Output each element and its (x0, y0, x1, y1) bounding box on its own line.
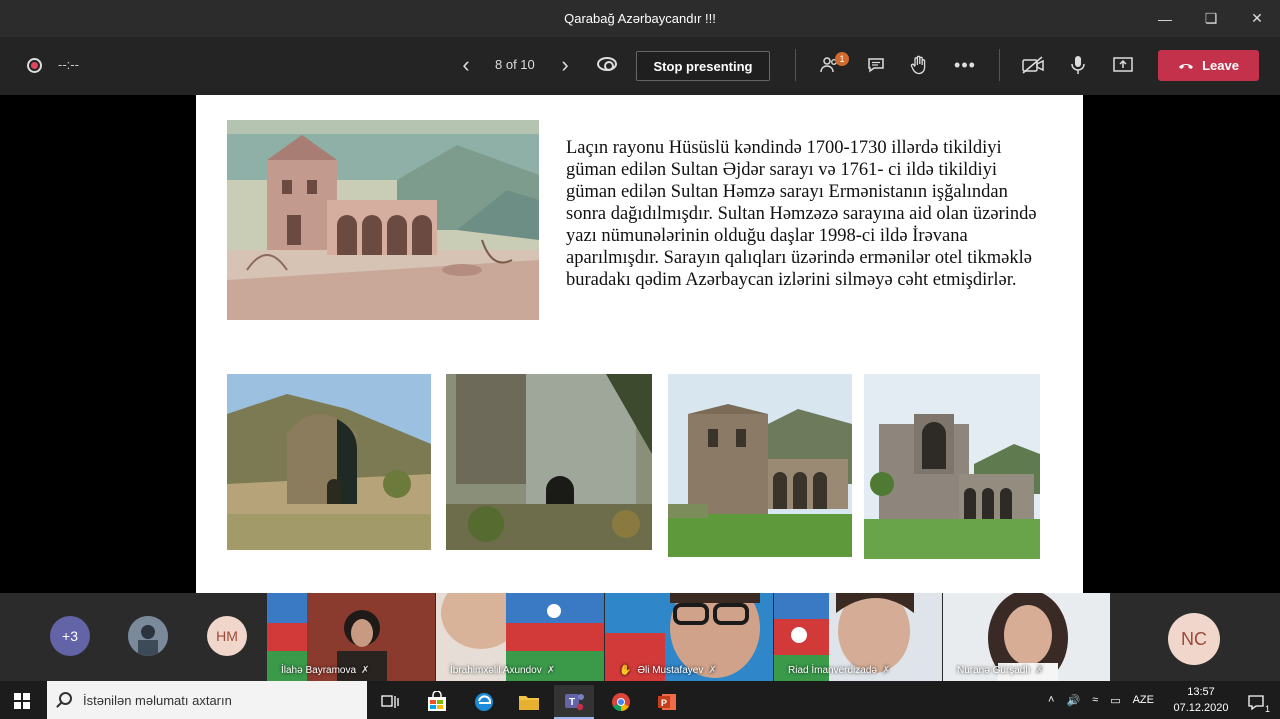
taskbar-chrome[interactable] (601, 685, 641, 719)
video-tile[interactable]: Nuranə Gürşadlı ✗ (943, 593, 1110, 681)
slide: Laçın rayonu Hüsüslü kəndində 1700-1730 … (196, 95, 1083, 593)
search-icon (59, 692, 72, 705)
participant-name: İbrahimxəlil Axundov ✗ (450, 665, 556, 676)
raised-hand-icon: ✋ (619, 665, 632, 676)
keyboard-language[interactable]: AZE (1133, 694, 1154, 706)
next-slide-button[interactable]: › (555, 52, 575, 78)
mic-off-icon: ✗ (361, 665, 370, 676)
search-placeholder: İstənilən məlumatı axtarın (83, 692, 232, 708)
video-tile[interactable]: ✋ Əli Mustafayev ✗ (605, 593, 773, 681)
leave-label: Leave (1202, 58, 1239, 73)
microphone-button[interactable] (1066, 53, 1090, 77)
recording-icon (27, 58, 42, 73)
hand-icon (910, 55, 926, 75)
taskbar-teams[interactable]: T (554, 685, 594, 719)
video-tile[interactable]: NC (1111, 593, 1280, 681)
windows-start-button[interactable] (14, 693, 30, 709)
participant-avatar-initials: NC (1168, 613, 1220, 665)
task-view-icon (381, 695, 399, 708)
notification-count: 1 (1264, 704, 1270, 714)
share-icon (1113, 57, 1133, 72)
maximize-icon[interactable]: ❏ (1188, 0, 1234, 37)
toolbar-divider (999, 49, 1000, 81)
slide-body-text: Laçın rayonu Hüsüslü kəndində 1700-1730 … (566, 138, 1037, 290)
svg-text:P: P (661, 698, 667, 708)
taskbar-clock[interactable]: 13:57 07.12.2020 (1168, 684, 1234, 716)
more-actions-button[interactable]: ••• (953, 53, 977, 77)
participants-strip: +3 HM İlahə Bayramova ✗ İbrahimxəlil Axu… (0, 593, 1280, 681)
store-icon (428, 691, 446, 711)
participants-badge: 1 (835, 52, 849, 66)
previous-slide-button[interactable]: ‹ (456, 52, 476, 78)
hang-up-icon (1179, 63, 1194, 69)
more-participants-button[interactable]: +3 (50, 616, 90, 656)
ruin-photo-2 (446, 374, 652, 550)
windows-taskbar: İstənilən məlumatı axtarın T P ˄ 🔊 ≈ ▭ A… (0, 681, 1280, 719)
video-tile[interactable]: İlahə Bayramova ✗ (267, 593, 435, 681)
participant-name: Nuranə Gürşadlı ✗ (957, 665, 1044, 676)
taskbar-file-explorer[interactable] (509, 685, 549, 719)
notification-icon (1248, 695, 1264, 711)
edge-icon (475, 693, 493, 711)
mic-off-icon: ✗ (1035, 665, 1044, 676)
toolbar-divider (795, 49, 796, 81)
mic-off-icon: ✗ (881, 665, 891, 676)
microphone-icon (1071, 56, 1085, 74)
raise-hand-button[interactable] (907, 53, 931, 77)
video-tile[interactable]: İbrahimxəlil Axundov ✗ (436, 593, 604, 681)
system-tray: ˄ 🔊 ≈ ▭ AZE (1048, 681, 1154, 719)
stop-presenting-button[interactable]: Stop presenting (636, 51, 770, 81)
participant-name: Riad İmanverdizadə ✗ (788, 665, 891, 676)
close-icon[interactable]: ✕ (1234, 0, 1280, 37)
window-controls: — ❏ ✕ (1142, 0, 1280, 37)
task-view-button[interactable] (370, 685, 410, 719)
chrome-icon (612, 693, 630, 711)
more-icon: ••• (954, 54, 976, 75)
svg-text:T: T (569, 697, 575, 708)
clock-date: 07.12.2020 (1173, 702, 1229, 714)
powerpoint-icon: P (658, 694, 676, 710)
action-center-button[interactable]: 1 (1236, 685, 1276, 719)
folder-icon (519, 696, 539, 710)
palace-photo-2 (864, 374, 1040, 559)
chat-button[interactable] (864, 53, 888, 77)
meeting-toolbar: --:-- ‹ 8 of 10 › Stop presenting 1 ••• (0, 37, 1280, 95)
battery-icon[interactable]: ▭ (1110, 694, 1120, 707)
mic-off-icon: ✗ (546, 665, 556, 676)
chevron-up-icon[interactable]: ˄ (1048, 694, 1054, 706)
window-title: Qarabağ Azərbaycandır !!! (564, 11, 716, 26)
leave-button[interactable]: Leave (1158, 50, 1259, 81)
participant-avatar[interactable] (128, 616, 168, 656)
mic-off-icon: ✗ (708, 665, 717, 676)
meeting-timer: --:-- (58, 57, 79, 72)
volume-icon[interactable]: 🔊 (1066, 694, 1080, 707)
chat-icon (868, 58, 884, 73)
taskbar-powerpoint[interactable]: P (647, 685, 687, 719)
taskbar-store[interactable] (417, 685, 457, 719)
slide-counter: 8 of 10 (495, 57, 535, 72)
camera-toggle-button[interactable] (1021, 53, 1045, 77)
participant-avatar-initials[interactable]: HM (207, 616, 247, 656)
taskbar-search-box[interactable]: İstənilən məlumatı axtarın (47, 681, 367, 719)
taskbar-edge[interactable] (464, 685, 504, 719)
palace-photo-1 (668, 374, 852, 557)
wifi-icon[interactable]: ≈ (1092, 694, 1098, 706)
clock-time: 13:57 (1187, 686, 1215, 698)
participant-name: ✋ Əli Mustafayev ✗ (619, 665, 717, 676)
ruin-photo-1 (227, 374, 431, 550)
participant-name: İlahə Bayramova ✗ (281, 665, 370, 676)
camera-off-icon (1022, 56, 1044, 74)
video-tile[interactable]: Riad İmanverdizadə ✗ (774, 593, 942, 681)
palace-painting-image (227, 120, 539, 320)
presentation-stage: Laçın rayonu Hüsüslü kəndində 1700-1730 … (0, 95, 1280, 593)
share-screen-button[interactable] (1111, 53, 1135, 77)
teams-icon: T (565, 694, 584, 711)
eye-icon[interactable] (597, 57, 617, 71)
window-titlebar: Qarabağ Azərbaycandır !!! — ❏ ✕ (0, 0, 1280, 37)
minimize-icon[interactable]: — (1142, 0, 1188, 37)
